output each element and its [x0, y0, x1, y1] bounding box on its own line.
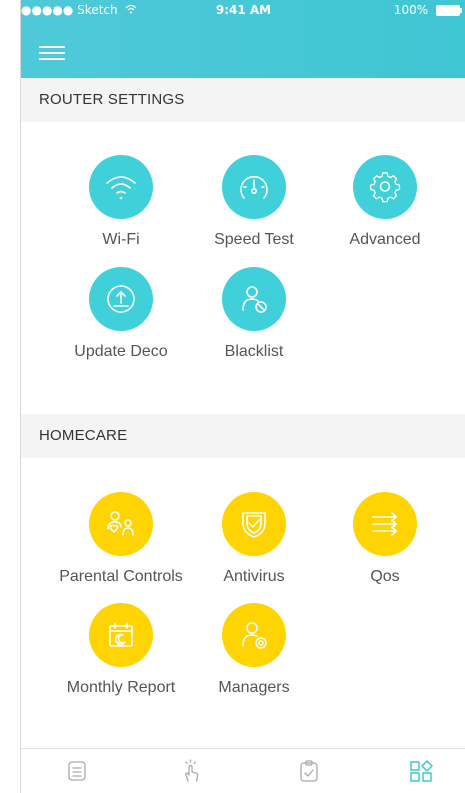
tile-blacklist[interactable]: Blacklist: [184, 267, 324, 361]
battery-area: 100%: [393, 3, 462, 17]
tile-label: Qos: [370, 568, 400, 585]
tile-label: Antivirus: [223, 568, 285, 585]
tile-monthly-report[interactable]: Monthly Report: [51, 603, 191, 697]
app-screen: ●●●●● Sketch 9:41 AM 100% ROUTER SETTING…: [20, 0, 465, 793]
tile-label: Update Deco: [74, 343, 168, 360]
shield-icon: [222, 492, 286, 556]
tile-label: Managers: [218, 679, 290, 696]
upload-icon: [89, 267, 153, 331]
tile-qos[interactable]: Qos: [315, 492, 455, 586]
tile-managers[interactable]: Managers: [184, 603, 324, 697]
tile-wifi[interactable]: Wi-Fi: [51, 155, 191, 249]
speedometer-icon: [222, 155, 286, 219]
tile-label: Monthly Report: [66, 679, 176, 696]
tile-parental-controls[interactable]: Parental Controls: [51, 492, 191, 586]
wifi-icon: [89, 155, 153, 219]
list-icon[interactable]: [65, 759, 89, 783]
tap-icon[interactable]: [179, 759, 203, 783]
battery-icon: [436, 5, 462, 16]
tile-antivirus[interactable]: Antivirus: [184, 492, 324, 586]
tile-label: Wi-Fi: [102, 231, 140, 248]
blocked-user-icon: [222, 267, 286, 331]
family-icon: [89, 492, 153, 556]
tile-speed-test[interactable]: Speed Test: [184, 155, 324, 249]
section-title-homecare: HOMECARE: [39, 427, 128, 444]
bottom-tab-bar: [21, 748, 465, 793]
menu-icon[interactable]: [39, 44, 65, 62]
user-settings-icon: [222, 603, 286, 667]
clipboard-check-icon[interactable]: [297, 759, 321, 783]
tile-update-deco[interactable]: Update Deco: [51, 267, 191, 361]
tile-label: Advanced: [349, 231, 421, 248]
calendar-icon: [89, 603, 153, 667]
gear-icon: [353, 155, 417, 219]
tile-label: Parental Controls: [59, 568, 183, 585]
section-title-router-settings: ROUTER SETTINGS: [39, 91, 185, 108]
router-settings-header: ROUTER SETTINGS: [21, 78, 465, 122]
tile-label: Blacklist: [224, 343, 284, 360]
tile-label: Speed Test: [214, 231, 294, 248]
homecare-header: HOMECARE: [21, 414, 465, 458]
app-header: ●●●●● Sketch 9:41 AM 100%: [21, 0, 465, 78]
arrows-icon: [353, 492, 417, 556]
status-bar: ●●●●● Sketch 9:41 AM 100%: [21, 0, 465, 22]
battery-percent: 100%: [393, 3, 429, 17]
tile-advanced[interactable]: Advanced: [315, 155, 455, 249]
apps-grid-icon[interactable]: [409, 759, 433, 783]
